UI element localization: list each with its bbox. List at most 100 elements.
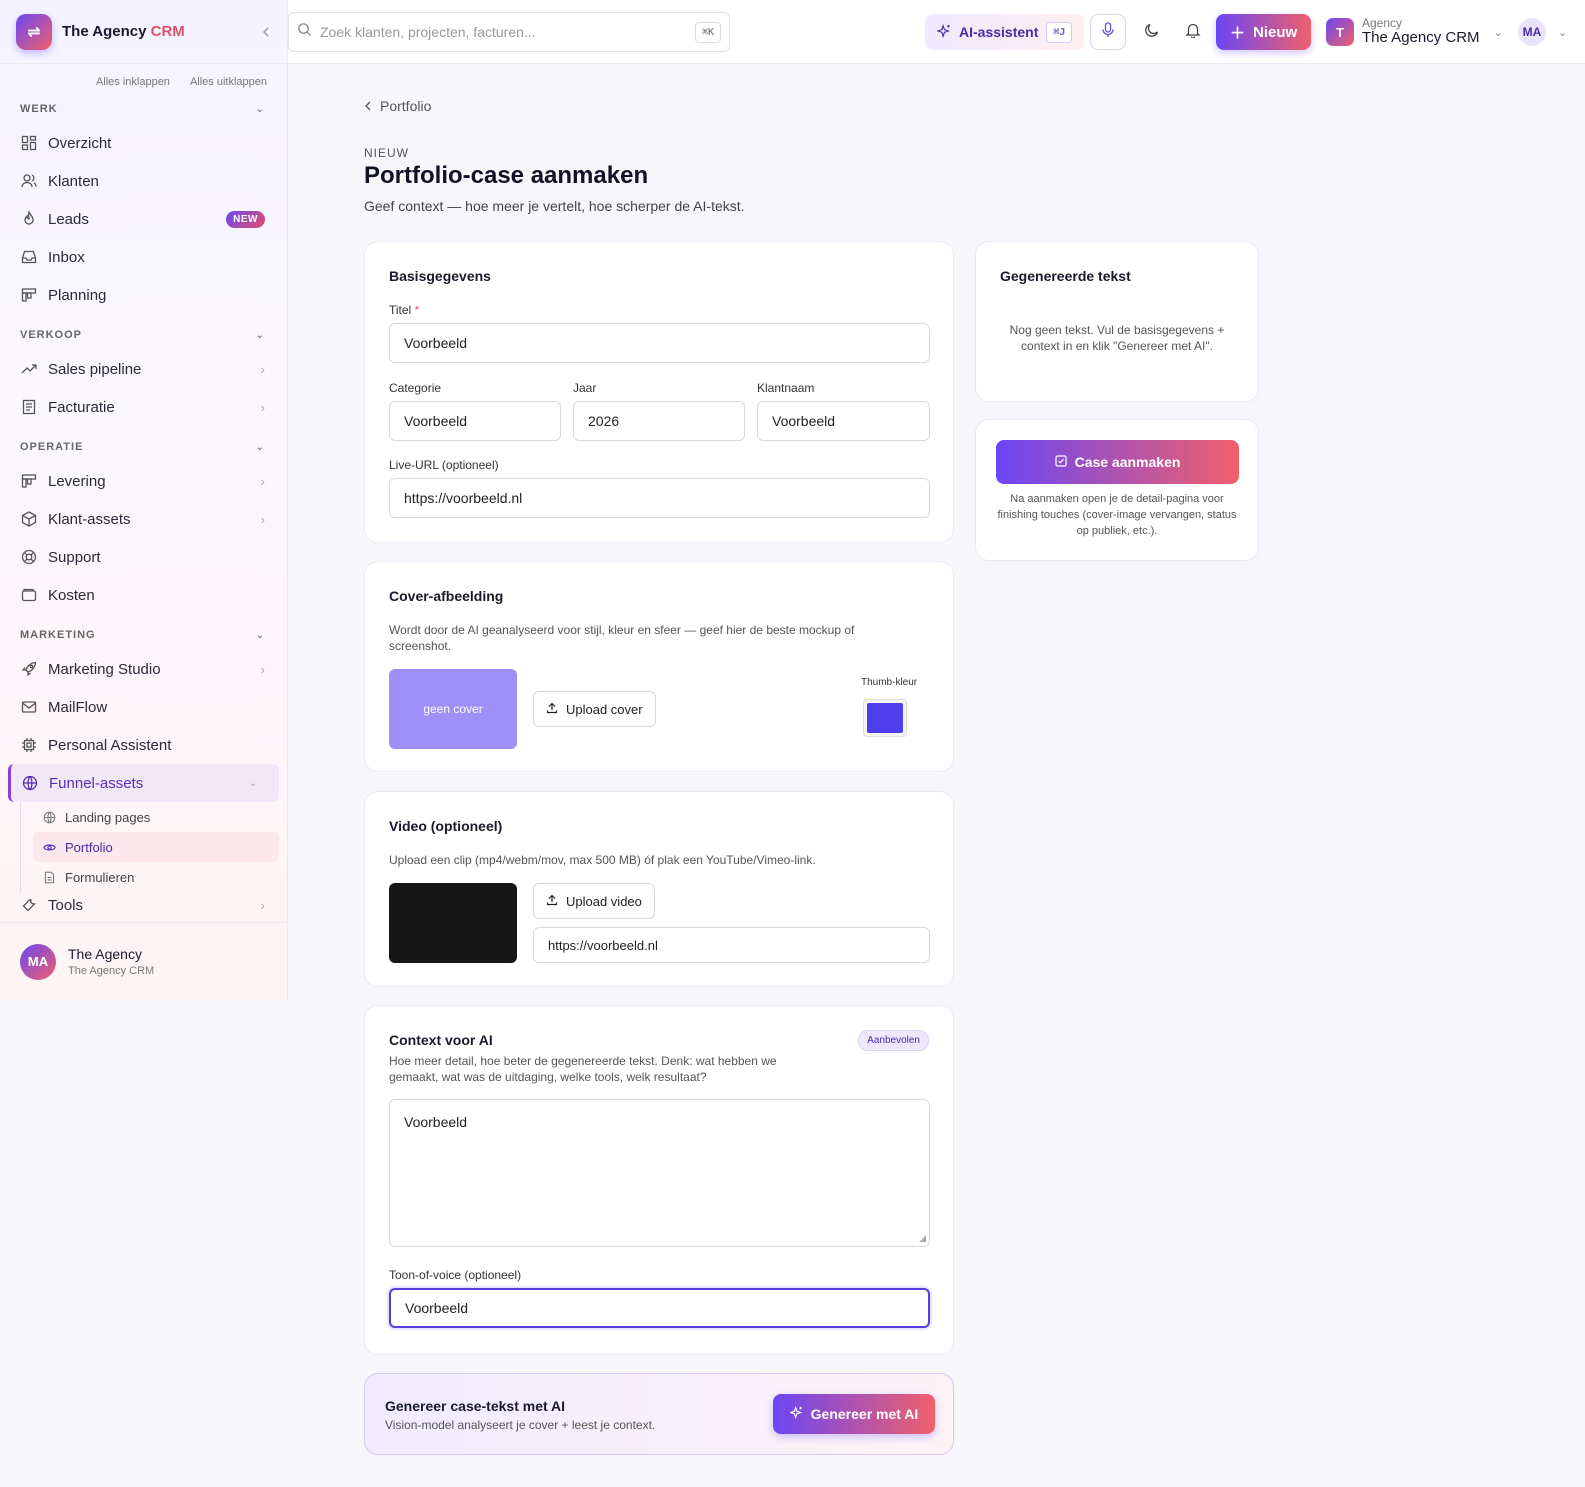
chevron-down-icon: ⌄ [255,103,265,115]
sidebar-item-kosten[interactable]: Kosten [0,576,287,614]
cover-card: Cover-afbeelding Wordt door de AI geanal… [364,561,954,772]
sidebar-item-mailflow[interactable]: MailFlow [0,688,287,726]
breadcrumb[interactable]: Portfolio [364,98,431,114]
sidebar-item-klant-assets[interactable]: Klant-assets › [0,500,287,538]
sidebar-subitem-landing-pages[interactable]: Landing pages [21,802,287,832]
sidebar-item-overzicht[interactable]: Overzicht [0,124,287,162]
search-input[interactable] [320,24,695,40]
agency-selector[interactable]: T Agency The Agency CRM ⌄ [1326,14,1503,50]
sidebar-item-label: Leads [48,210,89,228]
search-box[interactable]: ⌘K [288,12,730,52]
upload-cover-button[interactable]: Upload cover [533,691,656,727]
titel-input[interactable]: Voorbeeld [389,323,930,363]
dark-mode-toggle[interactable] [1138,18,1166,46]
breadcrumb-label: Portfolio [380,98,432,114]
sidebar-user[interactable]: MA The Agency The Agency CRM [0,922,287,1000]
section-verkoop[interactable]: VERKOOP ⌄ [0,320,287,350]
sidebar-item-label: Support [48,548,101,566]
video-title: Video (optioneel) [389,818,503,834]
generated-title: Gegenereerde tekst [1000,268,1131,284]
sidebar-subitem-portfolio[interactable]: Portfolio [33,832,279,862]
eye-icon [43,840,57,854]
user-name: The Agency [68,946,142,962]
sidebar-item-support[interactable]: Support [0,538,287,576]
section-operatie[interactable]: OPERATIE ⌄ [0,432,287,462]
agency-avatar: T [1326,18,1354,46]
expand-all-link[interactable]: Alles uitklappen [190,76,267,88]
section-operatie-label: OPERATIE [20,441,84,453]
brand-name-text: The Agency [62,23,151,40]
generated-empty-state: Nog geen tekst. Vul de basisgegevens + c… [1009,323,1225,354]
chevron-right-icon: › [260,661,265,677]
cover-help: Wordt door de AI geanalyseerd voor stijl… [389,623,855,654]
sidebar-item-funnel-assets[interactable]: Funnel-assets ⌄ [8,764,279,802]
ai-assistant-label: AI-assistent [959,24,1039,40]
context-textarea-value: Voorbeeld [404,1114,468,1130]
context-textarea[interactable]: Voorbeeld ◢ [389,1099,930,1247]
sidebar-collapse-icon[interactable] [261,24,271,40]
sidebar-subitem-label: Formulieren [65,869,135,885]
bell-icon [1185,22,1201,43]
klantnaam-label: Klantnaam [757,381,815,395]
brand-logo[interactable]: ⇌ [16,13,52,50]
thumb-color-picker[interactable] [863,699,907,737]
sidebar-item-label: MailFlow [48,698,108,716]
upload-video-label: Upload video [566,893,642,909]
agency-name: The Agency CRM [1362,29,1480,47]
sidebar-item-sales-pipeline[interactable]: Sales pipeline › [0,350,287,388]
page-title: Portfolio-case aanmaken [364,162,649,189]
required-marker: * [414,303,420,317]
check-square-icon [1054,454,1067,470]
live-url-input[interactable]: https://voorbeeld.nl [389,478,930,518]
sidebar-item-label: Inbox [48,248,85,266]
sidebar-item-inbox[interactable]: Inbox [0,238,287,276]
chevron-down-icon: ⌄ [1558,26,1568,39]
brand-name: The Agency CRM [62,23,185,40]
microphone-button[interactable] [1090,14,1126,50]
sidebar-item-leads[interactable]: Leads NEW [0,200,287,238]
chevron-right-icon: › [260,897,265,913]
generate-ai-label: Genereer met AI [810,1406,919,1422]
categorie-label: Categorie [389,381,442,395]
sidebar-item-marketing-studio[interactable]: Marketing Studio › [0,650,287,688]
new-button-label: Nieuw [1253,23,1298,41]
tone-input[interactable]: Voorbeeld [389,1288,930,1328]
jaar-input[interactable]: 2026 [573,401,745,441]
sidebar-item-tools[interactable]: Tools › [0,892,287,918]
generate-ai-button[interactable]: Genereer met AI [773,1394,935,1434]
ai-assistant-button[interactable]: AI-assistent ⌘J [925,14,1085,50]
sidebar-item-planning[interactable]: Planning [0,276,287,314]
inbox-icon [20,248,38,266]
kanban-icon [20,286,38,304]
context-title: Context voor AI [389,1032,493,1048]
resize-handle-icon[interactable]: ◢ [919,1233,926,1244]
sidebar-item-label: Planning [48,286,107,304]
sidebar-item-levering[interactable]: Levering › [0,462,287,500]
sidebar-subitem-formulieren[interactable]: Formulieren [21,862,287,892]
sidebar-item-klanten[interactable]: Klanten [0,162,287,200]
new-button[interactable]: ＋ Nieuw [1216,14,1312,50]
recommended-badge: Aanbevolen [858,1030,929,1051]
section-werk[interactable]: WERK ⌄ [0,94,287,124]
video-url-input[interactable]: https://voorbeeld.nl [533,927,930,963]
categorie-input[interactable]: Voorbeeld [389,401,561,441]
create-case-button[interactable]: Case aanmaken [996,440,1239,484]
sidebar: ⇌ The Agency CRM Alles inklappen Alles u… [0,0,288,1000]
search-icon [297,22,312,42]
section-marketing[interactable]: MARKETING ⌄ [0,620,287,650]
sidebar-item-label: Levering [48,472,106,490]
globe-icon [43,810,57,824]
user-menu[interactable]: MA ⌄ [1518,18,1567,46]
sidebar-item-facturatie[interactable]: Facturatie › [0,388,287,426]
flame-icon [20,210,38,228]
collapse-all-link[interactable]: Alles inklappen [96,76,170,88]
context-card: Context voor AI Aanbevolen Hoe meer deta… [364,1005,954,1355]
upload-video-button[interactable]: Upload video [533,883,655,919]
funnel-assets-submenu: Landing pages Portfolio Formulieren [20,802,287,892]
klantnaam-input[interactable]: Voorbeeld [757,401,930,441]
sidebar-item-label: Overzicht [48,134,112,152]
wrench-icon [20,896,38,914]
sidebar-item-personal-assistent[interactable]: Personal Assistent [0,726,287,764]
user-subtitle: The Agency CRM [68,965,155,977]
notifications-button[interactable] [1179,18,1207,46]
